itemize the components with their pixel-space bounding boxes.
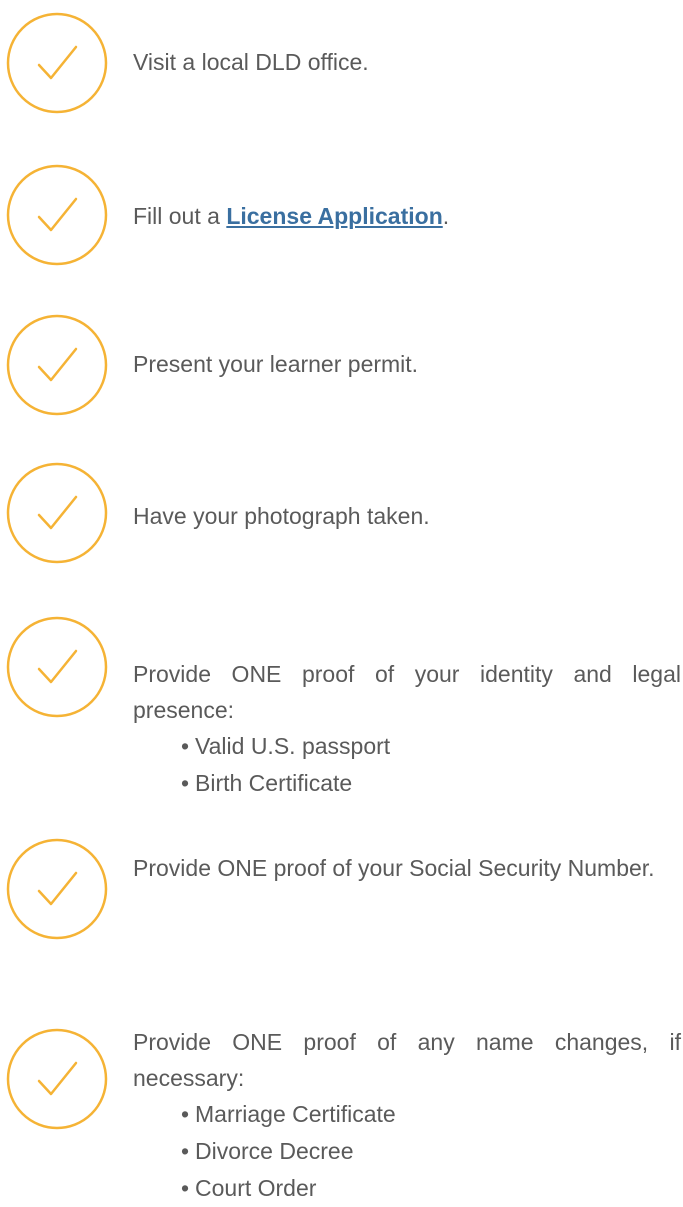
- step-text: Provide ONE proof of any name changes, i…: [133, 1024, 681, 1207]
- step-text: Visit a local DLD office.: [133, 49, 369, 75]
- checkmark-circle-icon: [6, 462, 108, 564]
- bullet-icon: •: [181, 770, 190, 796]
- checkmark-circle-icon: [6, 314, 108, 416]
- bullet-icon: •: [181, 1175, 190, 1201]
- checkmark-circle-icon: [6, 12, 108, 114]
- step-text-prefix: Fill out a: [133, 203, 227, 229]
- bullet-icon: •: [181, 733, 190, 759]
- list-item: • Court Order: [181, 1170, 681, 1207]
- list-item: • Marriage Certificate: [181, 1096, 681, 1133]
- bullet-list: • Marriage Certificate • Divorce Decree • C…: [133, 1096, 681, 1207]
- bullet-icon: •: [181, 1101, 190, 1127]
- step-text: Present your learner permit.: [133, 351, 419, 377]
- bullet-list: • Valid U.S. passport • Birth Certificate: [133, 728, 681, 802]
- list-item: • Birth Certificate: [181, 765, 681, 802]
- list-item: • Valid U.S. passport: [181, 728, 681, 765]
- step-text-main: Provide ONE proof of any name changes, i…: [133, 1029, 681, 1091]
- checkmark-circle-icon: [6, 1028, 108, 1130]
- step-text: Fill out a License Application.: [133, 198, 681, 234]
- step-text: Have your photograph taken.: [133, 503, 430, 529]
- checkmark-circle-icon: [6, 838, 108, 940]
- license-application-link[interactable]: License Application: [226, 203, 442, 229]
- checkmark-circle-icon: [6, 616, 108, 718]
- step-text-main: Provide ONE proof of your identity and l…: [133, 661, 681, 723]
- step-text-suffix: .: [442, 203, 450, 229]
- step-text: Provide ONE proof of your identity and l…: [133, 656, 681, 802]
- list-item: • Divorce Decree: [181, 1133, 681, 1170]
- step-text: Provide ONE proof of your Social Securit…: [133, 855, 655, 881]
- bullet-icon: •: [181, 1138, 190, 1164]
- checkmark-circle-icon: [6, 164, 108, 266]
